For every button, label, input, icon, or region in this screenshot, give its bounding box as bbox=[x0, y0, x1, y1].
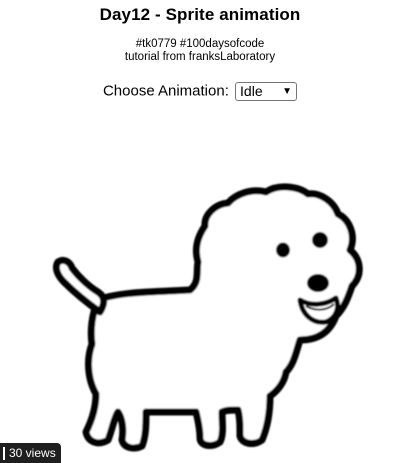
dog-tail-outline bbox=[52, 256, 108, 316]
page-title: Day12 - Sprite animation bbox=[99, 5, 301, 24]
views-bar-icon bbox=[3, 446, 5, 460]
page-subtitle: #tk0779 #100daysofcode tutorial from fra… bbox=[0, 38, 400, 64]
dog-eye-right bbox=[312, 232, 328, 248]
dog-eye-left bbox=[276, 242, 290, 258]
chevron-down-icon: ▼ bbox=[282, 86, 293, 97]
choose-animation-label: Choose Animation: bbox=[102, 82, 229, 100]
animation-controls: Choose Animation: Idle ▼ bbox=[0, 82, 400, 101]
views-badge: 30 views bbox=[0, 443, 61, 463]
dog-nose bbox=[307, 274, 329, 292]
animation-select[interactable]: Idle ▼ bbox=[235, 82, 298, 101]
views-count: 30 views bbox=[9, 446, 56, 460]
animation-select-value: Idle bbox=[240, 83, 263, 99]
tutorial-credit-text: tutorial from franksLaboratory bbox=[124, 51, 276, 63]
sprite-canvas bbox=[52, 183, 363, 452]
page: Day12 - Sprite animation #tk0779 #100day… bbox=[0, 0, 400, 463]
hashtags-text: #tk0779 #100daysofcode bbox=[135, 38, 265, 50]
dog-sprite-icon bbox=[52, 183, 363, 452]
